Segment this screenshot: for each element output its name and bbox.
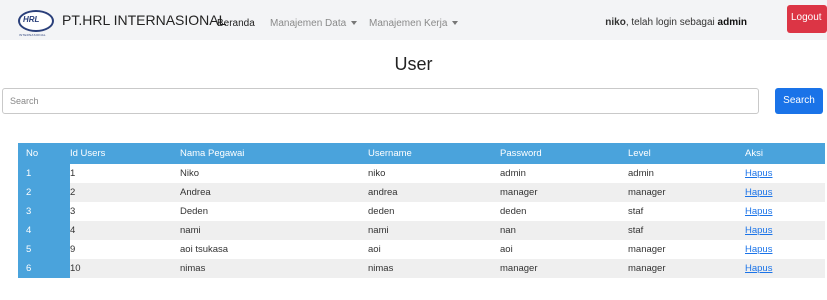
chevron-down-icon — [452, 21, 459, 26]
cell-nama: Niko — [180, 164, 368, 183]
cell-no: 2 — [18, 183, 70, 202]
hapus-link[interactable]: Hapus — [745, 168, 772, 179]
table-row: 3 3 Deden deden deden staf Hapus — [18, 202, 825, 221]
cell-id: 4 — [70, 221, 180, 240]
cell-aksi: Hapus — [745, 221, 825, 240]
cell-no: 6 — [18, 259, 70, 278]
table-row: 2 2 Andrea andrea manager manager Hapus — [18, 183, 825, 202]
cell-id: 9 — [70, 240, 180, 259]
search-input[interactable]: Search — [2, 88, 759, 114]
cell-no: 4 — [18, 221, 70, 240]
table-row: 1 1 Niko niko admin admin Hapus — [18, 164, 825, 183]
cell-aksi: Hapus — [745, 240, 825, 259]
cell-level: staf — [628, 221, 745, 240]
login-text: , telah login sebagai — [625, 17, 718, 28]
cell-nama: aoi tsukasa — [180, 240, 368, 259]
cell-aksi: Hapus — [745, 202, 825, 221]
cell-password: manager — [500, 259, 628, 278]
cell-username: aoi — [368, 240, 500, 259]
nav-beranda[interactable]: Beranda — [217, 18, 255, 29]
cell-level: manager — [628, 183, 745, 202]
login-username: niko — [605, 17, 626, 28]
cell-password: deden — [500, 202, 628, 221]
cell-username: nimas — [368, 259, 500, 278]
cell-id: 1 — [70, 164, 180, 183]
header-nama-pegawai: Nama Pegawai — [180, 143, 368, 164]
cell-username: deden — [368, 202, 500, 221]
table-row: 4 4 nami nami nan staf Hapus — [18, 221, 825, 240]
search-button[interactable]: Search — [775, 88, 823, 114]
table-header-row: No Id Users Nama Pegawai Username Passwo… — [18, 143, 825, 164]
cell-password: nan — [500, 221, 628, 240]
logo-text: HRL — [23, 15, 40, 24]
chevron-down-icon — [351, 21, 358, 26]
nav-manajemen-kerja[interactable]: Manajemen Kerja — [369, 18, 459, 29]
header-level: Level — [628, 143, 745, 164]
login-info: niko, telah login sebagai admin — [605, 17, 747, 28]
cell-username: andrea — [368, 183, 500, 202]
header-no: No — [18, 143, 70, 164]
cell-username: nami — [368, 221, 500, 240]
cell-aksi: Hapus — [745, 164, 825, 183]
navbar: HRL INTERNASIONAL PT.HRL INTERNASIONAL B… — [0, 0, 827, 40]
cell-nama: Deden — [180, 202, 368, 221]
logout-button[interactable]: Logout — [787, 5, 827, 33]
cell-id: 3 — [70, 202, 180, 221]
cell-aksi: Hapus — [745, 259, 825, 278]
page-title: User — [394, 54, 433, 74]
logo-subtext: INTERNASIONAL — [19, 33, 46, 37]
cell-password: aoi — [500, 240, 628, 259]
cell-no: 3 — [18, 202, 70, 221]
nav-manajemen-data-label: Manajemen Data — [270, 18, 347, 29]
cell-nama: nami — [180, 221, 368, 240]
cell-id: 2 — [70, 183, 180, 202]
header-aksi: Aksi — [745, 143, 825, 164]
header-password: Password — [500, 143, 628, 164]
header-username: Username — [368, 143, 500, 164]
hapus-link[interactable]: Hapus — [745, 206, 772, 217]
cell-id: 10 — [70, 259, 180, 278]
cell-username: niko — [368, 164, 500, 183]
hapus-link[interactable]: Hapus — [745, 263, 772, 274]
cell-level: manager — [628, 240, 745, 259]
cell-level: staf — [628, 202, 745, 221]
login-level: admin — [717, 17, 747, 28]
hapus-link[interactable]: Hapus — [745, 244, 772, 255]
cell-password: admin — [500, 164, 628, 183]
hapus-link[interactable]: Hapus — [745, 225, 772, 236]
cell-level: admin — [628, 164, 745, 183]
nav-manajemen-kerja-label: Manajemen Kerja — [369, 18, 448, 29]
nav-manajemen-data[interactable]: Manajemen Data — [270, 18, 358, 29]
table-row: 5 9 aoi tsukasa aoi aoi manager Hapus — [18, 240, 825, 259]
cell-no: 5 — [18, 240, 70, 259]
company-logo[interactable]: HRL — [18, 10, 54, 32]
brand-name[interactable]: PT.HRL INTERNASIONAL — [62, 12, 226, 28]
cell-no: 1 — [18, 164, 70, 183]
cell-nama: Andrea — [180, 183, 368, 202]
table-row: 6 10 nimas nimas manager manager Hapus — [18, 259, 825, 278]
cell-password: manager — [500, 183, 628, 202]
hapus-link[interactable]: Hapus — [745, 187, 772, 198]
users-table: No Id Users Nama Pegawai Username Passwo… — [18, 143, 825, 278]
cell-aksi: Hapus — [745, 183, 825, 202]
cell-nama: nimas — [180, 259, 368, 278]
header-id-users: Id Users — [70, 143, 180, 164]
cell-level: manager — [628, 259, 745, 278]
